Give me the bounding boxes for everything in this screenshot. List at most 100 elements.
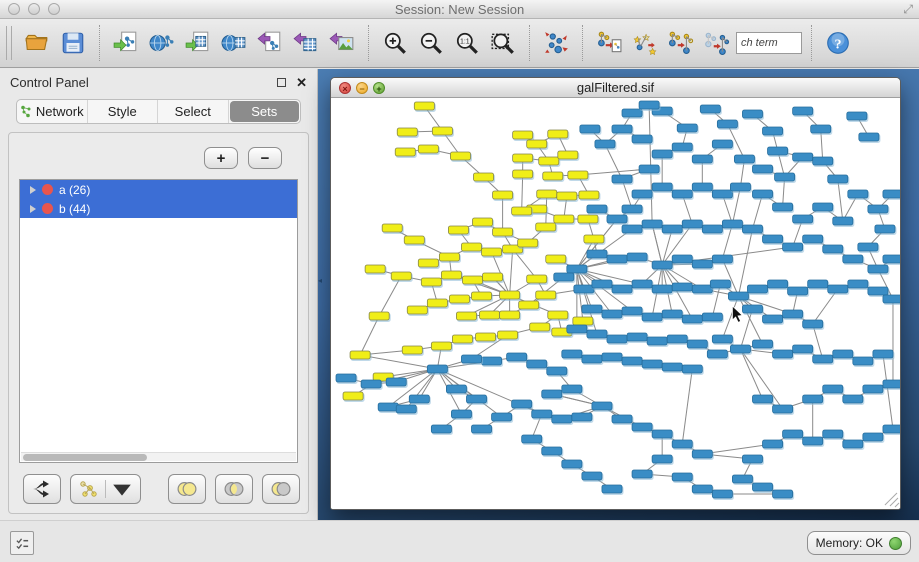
graph-node[interactable]: [602, 310, 622, 318]
graph-node[interactable]: [527, 140, 547, 148]
graph-node[interactable]: [848, 190, 868, 198]
graph-node[interactable]: [712, 490, 732, 498]
graph-node[interactable]: [542, 390, 562, 398]
graph-node[interactable]: [498, 331, 518, 339]
graph-node[interactable]: [562, 350, 582, 358]
graph-node[interactable]: [763, 315, 783, 323]
graph-node[interactable]: [592, 280, 612, 288]
network-canvas[interactable]: [331, 99, 900, 509]
graph-edge[interactable]: [682, 369, 692, 444]
graph-node[interactable]: [828, 175, 848, 183]
graph-node[interactable]: [418, 145, 438, 153]
graph-node[interactable]: [404, 236, 424, 244]
graph-node[interactable]: [639, 165, 659, 173]
tab-style[interactable]: Style: [88, 100, 159, 123]
graph-node[interactable]: [500, 291, 520, 299]
graph-node[interactable]: [622, 205, 642, 213]
graph-node[interactable]: [558, 151, 578, 159]
graph-node[interactable]: [858, 243, 878, 251]
close-panel-icon[interactable]: ✕: [296, 76, 307, 89]
graph-node[interactable]: [580, 125, 600, 133]
graph-node[interactable]: [712, 255, 732, 263]
graph-node[interactable]: [582, 305, 602, 313]
graph-node[interactable]: [493, 228, 513, 236]
graph-node[interactable]: [783, 430, 803, 438]
graph-node[interactable]: [397, 128, 417, 136]
graph-node[interactable]: [522, 435, 542, 443]
graph-node[interactable]: [813, 157, 833, 165]
graph-node[interactable]: [833, 350, 853, 358]
graph-node[interactable]: [452, 335, 472, 343]
maximize-network-button[interactable]: +: [373, 82, 385, 94]
new-network-selected-all-edges-button[interactable]: [664, 25, 698, 61]
zoom-actual-size-button[interactable]: 1:1: [450, 25, 484, 61]
graph-node[interactable]: [793, 215, 813, 223]
help-button[interactable]: ?: [821, 25, 855, 61]
graph-node[interactable]: [639, 101, 659, 109]
graph-node[interactable]: [682, 365, 702, 373]
graph-node[interactable]: [868, 265, 888, 273]
open-session-button[interactable]: [20, 25, 54, 61]
graph-node[interactable]: [652, 455, 672, 463]
graph-node[interactable]: [732, 475, 752, 483]
graph-node[interactable]: [584, 235, 604, 243]
new-network-selected-nodes-button[interactable]: [700, 25, 734, 61]
add-set-button[interactable]: +: [204, 147, 238, 169]
graph-node[interactable]: [562, 460, 582, 468]
graph-node[interactable]: [700, 105, 720, 113]
remove-set-button[interactable]: −: [248, 147, 282, 169]
graph-node[interactable]: [572, 413, 592, 421]
graph-node[interactable]: [692, 183, 712, 191]
graph-node[interactable]: [513, 154, 533, 162]
graph-node[interactable]: [512, 207, 532, 215]
graph-node[interactable]: [752, 340, 772, 348]
graph-edge[interactable]: [652, 224, 662, 265]
set-row-b[interactable]: b (44): [20, 199, 297, 218]
set-row-a[interactable]: a (26): [20, 180, 297, 199]
graph-node[interactable]: [527, 360, 547, 368]
graph-node[interactable]: [361, 380, 381, 388]
task-history-button[interactable]: [10, 531, 34, 555]
graph-node[interactable]: [612, 175, 632, 183]
graph-node[interactable]: [627, 333, 647, 341]
graph-node[interactable]: [793, 107, 813, 115]
tab-network[interactable]: Network: [17, 100, 88, 123]
graph-node[interactable]: [667, 335, 687, 343]
graph-node[interactable]: [883, 425, 900, 433]
graph-node[interactable]: [461, 355, 481, 363]
export-table-button[interactable]: [289, 25, 323, 61]
graph-node[interactable]: [883, 380, 900, 388]
graph-node[interactable]: [883, 190, 900, 198]
graph-node[interactable]: [642, 220, 662, 228]
graph-node[interactable]: [557, 192, 577, 200]
graph-node[interactable]: [602, 485, 622, 493]
graph-node[interactable]: [742, 455, 762, 463]
graph-node[interactable]: [717, 120, 737, 128]
graph-node[interactable]: [396, 405, 416, 413]
new-network-from-selection-button[interactable]: [592, 25, 626, 61]
graph-node[interactable]: [692, 485, 712, 493]
graph-node[interactable]: [427, 299, 447, 307]
graph-node[interactable]: [612, 415, 632, 423]
import-network-web-button[interactable]: [145, 25, 179, 61]
graph-node[interactable]: [843, 440, 863, 448]
graph-node[interactable]: [482, 357, 502, 365]
graph-node[interactable]: [612, 125, 632, 133]
memory-status-badge[interactable]: Memory: OK: [807, 531, 911, 555]
resize-grip[interactable]: [895, 503, 899, 507]
graph-node[interactable]: [768, 280, 788, 288]
graph-node[interactable]: [587, 330, 607, 338]
expander-icon[interactable]: [30, 186, 36, 194]
float-panel-icon[interactable]: [277, 78, 286, 87]
graph-node[interactable]: [652, 183, 672, 191]
graph-node[interactable]: [652, 150, 672, 158]
graph-node[interactable]: [612, 285, 632, 293]
graph-node[interactable]: [783, 310, 803, 318]
graph-node[interactable]: [431, 342, 451, 350]
graph-node[interactable]: [672, 255, 692, 263]
graph-node[interactable]: [456, 312, 476, 320]
graph-node[interactable]: [622, 357, 642, 365]
graph-node[interactable]: [448, 226, 468, 234]
expander-icon[interactable]: [30, 205, 36, 213]
graph-node[interactable]: [677, 124, 697, 132]
